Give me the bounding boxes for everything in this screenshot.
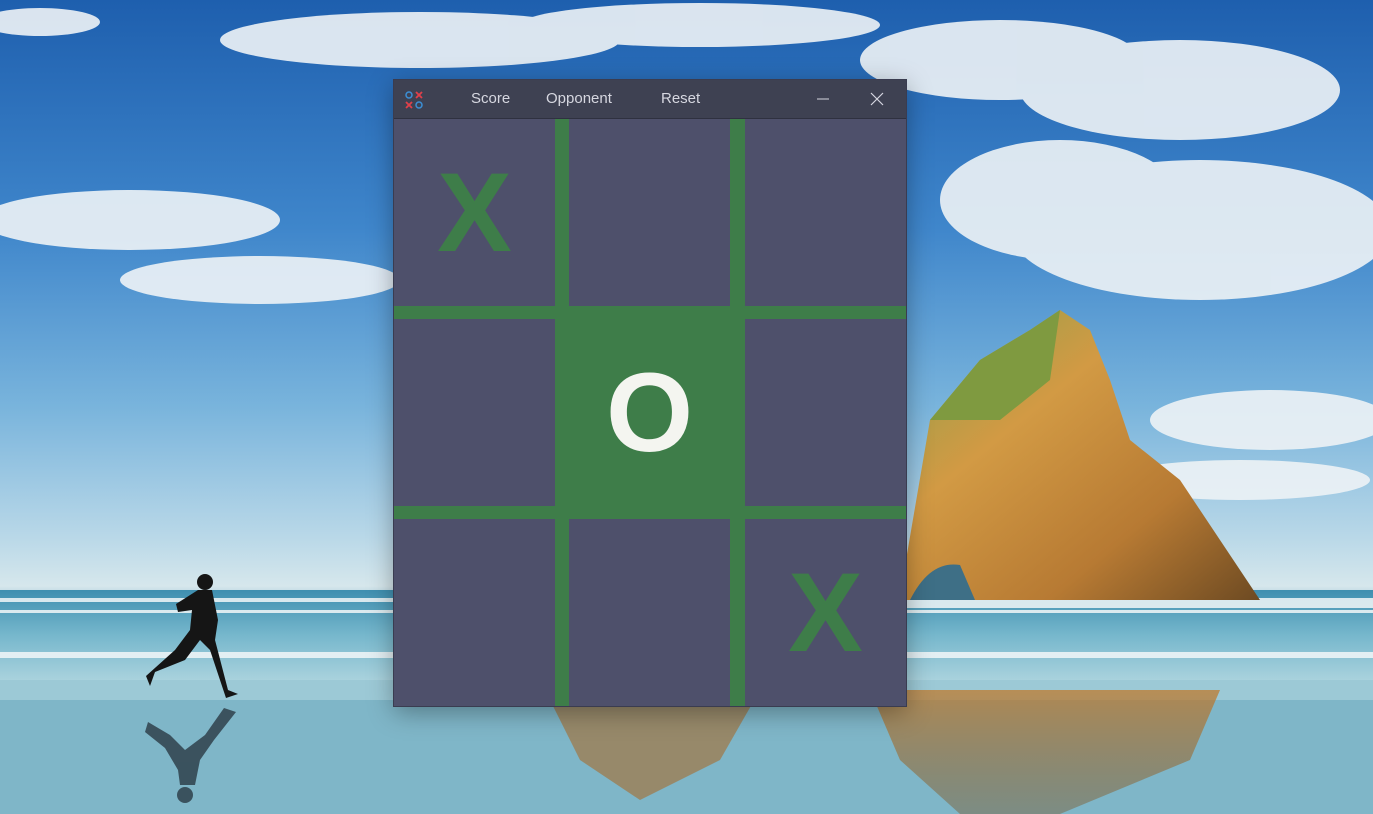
tictactoe-window: Score Opponent Reset X O X (394, 80, 906, 706)
cell-mark: O (605, 349, 694, 475)
board-cell-7[interactable] (394, 519, 555, 706)
board-cell-9[interactable]: X (745, 519, 906, 706)
menu-score[interactable]: Score (471, 80, 510, 118)
close-icon (870, 92, 884, 106)
title-bar[interactable]: Score Opponent Reset (394, 80, 906, 119)
cell-mark: X (437, 149, 512, 275)
board-cell-8[interactable] (569, 519, 730, 706)
game-board: X O X (394, 119, 906, 706)
app-tictactoe-icon (405, 91, 423, 109)
board-cell-3[interactable] (745, 119, 906, 306)
board-cell-6[interactable] (745, 319, 906, 506)
board-cell-1[interactable]: X (394, 119, 555, 306)
close-button[interactable] (854, 80, 900, 118)
minimize-button[interactable] (800, 80, 846, 118)
board-cell-2[interactable] (569, 119, 730, 306)
board-cell-4[interactable] (394, 319, 555, 506)
menu-opponent[interactable]: Opponent (546, 80, 612, 118)
menu-reset[interactable]: Reset (661, 80, 700, 118)
board-cell-5[interactable]: O (569, 319, 730, 506)
minimize-icon (817, 98, 829, 100)
cell-mark: X (788, 549, 863, 675)
